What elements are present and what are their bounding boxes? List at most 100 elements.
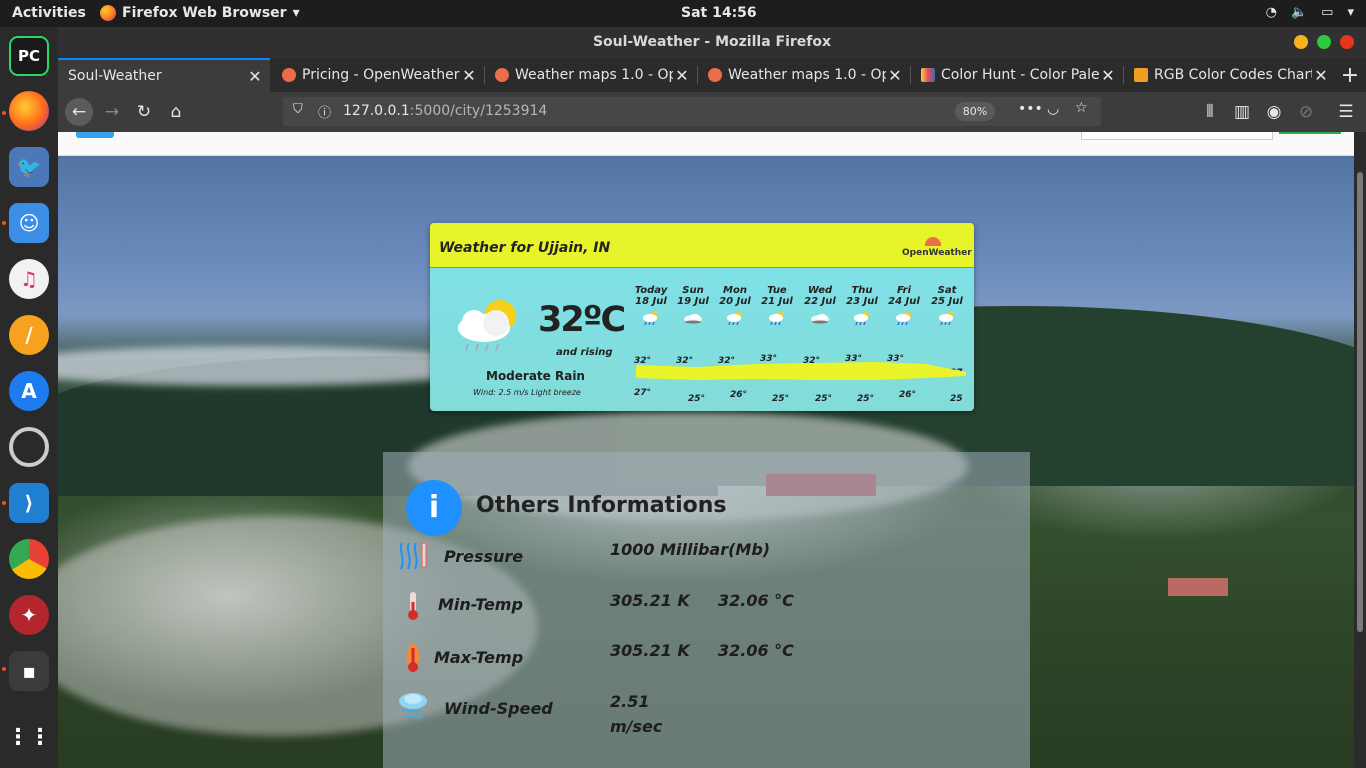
forecast-low: 27°: [634, 388, 652, 398]
url-host: 127.0.0.1: [343, 103, 410, 119]
url-bar[interactable]: ⛉ ⓘ 127.0.0.1:5000/city/1253914 80% ••• …: [283, 97, 1101, 126]
close-icon[interactable]: ✕: [460, 66, 478, 85]
battery-icon: ▭: [1321, 5, 1334, 20]
background-landscape: Weather for Ujjain, IN OpenWeather 32ºC …: [58, 156, 1354, 768]
gnome-top-bar: Activities Firefox Web Browser ▾ Sat 14:…: [0, 0, 1366, 27]
running-indicator: [2, 221, 6, 225]
forecast-day-name: Sun: [682, 285, 704, 296]
forward-button[interactable]: →: [98, 98, 126, 126]
tab-strip: Soul-Weather ✕ Pricing - OpenWeather ✕ W…: [58, 58, 1366, 92]
close-icon[interactable]: ✕: [246, 67, 264, 86]
close-icon[interactable]: ✕: [886, 66, 904, 85]
terminal-icon[interactable]: ▪: [9, 651, 49, 691]
min-temp-celsius: 32.06 °C: [718, 591, 794, 610]
reload-button[interactable]: ↻: [130, 98, 158, 126]
menu-icon[interactable]: ☰: [1332, 98, 1360, 126]
app-menu[interactable]: Firefox Web Browser ▾: [100, 5, 300, 21]
back-button[interactable]: ←: [65, 98, 93, 126]
site-header: [58, 132, 1354, 156]
show-apps-icon[interactable]: ⋮⋮: [7, 717, 51, 757]
pencil-icon[interactable]: /: [9, 315, 49, 355]
tab-label: Soul-Weather: [68, 68, 162, 84]
close-icon[interactable]: ✕: [1099, 66, 1117, 85]
firefox-dock-icon[interactable]: [9, 91, 49, 131]
forecast-date: 19 Jul: [677, 296, 709, 307]
tab-weather-maps-1[interactable]: Weather maps 1.0 - Op ✕: [485, 58, 697, 92]
app-store-icon[interactable]: A: [9, 371, 49, 411]
bookmark-star-icon[interactable]: ☆: [1075, 100, 1088, 116]
app-icon[interactable]: ✦: [9, 595, 49, 635]
music-icon[interactable]: ♫: [9, 259, 49, 299]
search-input[interactable]: [1081, 132, 1273, 140]
tab-color-hunt[interactable]: Color Hunt - Color Pale ✕: [911, 58, 1123, 92]
max-temp-celsius: 32.06 °C: [718, 641, 794, 660]
home-button[interactable]: ⌂: [162, 98, 190, 126]
forecast-date: 20 Jul: [719, 296, 751, 307]
page-scrollbar[interactable]: [1354, 132, 1366, 768]
account-icon[interactable]: ◉: [1260, 98, 1288, 126]
forecast-day-name: Mon: [723, 285, 747, 296]
site-logo-button[interactable]: [76, 132, 114, 138]
tab-pricing-openweather[interactable]: Pricing - OpenWeather ✕: [272, 58, 484, 92]
library-icon[interactable]: ⫴: [1196, 98, 1224, 126]
page-actions-icon[interactable]: •••: [1018, 101, 1043, 117]
volume-icon: 🔈: [1290, 5, 1308, 20]
forecast-day: Today 18 Jul: [630, 285, 672, 326]
openweather-logo: OpenWeather: [902, 237, 972, 263]
chrome-icon[interactable]: [9, 539, 49, 579]
maximize-button[interactable]: [1317, 35, 1331, 49]
forecast-day: Wed 22 Jul: [799, 285, 841, 325]
new-tab-button[interactable]: +: [1336, 61, 1364, 89]
color-hunt-favicon-icon: [921, 68, 935, 82]
forecast-day-name: Today: [634, 285, 668, 296]
dock: PC 🐦 ☺ ♫ / A ⟩ ✦ ▪ ⋮⋮: [0, 27, 58, 768]
openweather-favicon-icon: [708, 68, 722, 82]
pocket-icon[interactable]: ◡: [1047, 101, 1059, 117]
running-indicator: [2, 501, 6, 505]
extension-icon[interactable]: ⊘: [1292, 98, 1320, 126]
tab-soul-weather[interactable]: Soul-Weather ✕: [58, 58, 270, 92]
forecast-day: Fri 24 Jul: [883, 285, 925, 326]
scrollbar-thumb[interactable]: [1357, 172, 1363, 632]
logo-text: OpenWeather: [902, 248, 972, 258]
max-temp-kelvin: 305.21 K: [610, 641, 690, 660]
forecast-date: 24 Jul: [888, 296, 920, 307]
close-window-button[interactable]: [1340, 35, 1354, 49]
pycharm-icon[interactable]: PC: [9, 36, 49, 76]
system-tray[interactable]: ◔ 🔈 ▭ ▾: [1266, 5, 1354, 20]
widget-header: Weather for Ujjain, IN OpenWeather: [430, 223, 974, 268]
minimize-button[interactable]: [1294, 35, 1308, 49]
finder-icon[interactable]: ☺: [9, 203, 49, 243]
tab-label: Weather maps 1.0 - Op: [728, 67, 886, 83]
navigation-toolbar: ← → ↻ ⌂ ⛉ ⓘ 127.0.0.1:5000/city/1253914 …: [58, 92, 1366, 132]
vscode-icon[interactable]: ⟩: [9, 483, 49, 523]
tab-label: Pricing - OpenWeather: [302, 67, 460, 83]
page-content: Weather for Ujjain, IN OpenWeather 32ºC …: [58, 132, 1354, 768]
search-button[interactable]: [1279, 132, 1341, 134]
forecast-date: 22 Jul: [804, 296, 836, 307]
image-viewer-icon[interactable]: 🐦: [9, 147, 49, 187]
sidebar-icon[interactable]: ▥: [1228, 98, 1256, 126]
others-title: Others Informations: [476, 493, 727, 518]
help-icon[interactable]: [9, 427, 49, 467]
forecast-day-name: Thu: [851, 285, 873, 296]
close-icon[interactable]: ✕: [673, 66, 691, 85]
forecast-day: Thu 23 Jul: [841, 285, 883, 326]
running-indicator: [2, 111, 6, 115]
activities-button[interactable]: Activities: [12, 5, 86, 21]
shield-icon[interactable]: ⛉: [293, 102, 303, 117]
clock[interactable]: Sat 14:56: [681, 5, 757, 21]
rain-icon: [936, 311, 958, 326]
wind-speed-label: Wind-Speed: [444, 699, 553, 718]
tab-rgb-color-codes[interactable]: RGB Color Codes Chart ✕: [1124, 58, 1336, 92]
wind-speed-unit: m/sec: [610, 717, 663, 736]
thermometer-low-icon: [408, 592, 418, 620]
url-text[interactable]: 127.0.0.1:5000/city/1253914: [343, 103, 547, 119]
openweather-favicon-icon: [282, 68, 296, 82]
cloud-icon: [809, 311, 831, 325]
tab-weather-maps-2[interactable]: Weather maps 1.0 - Op ✕: [698, 58, 910, 92]
info-icon[interactable]: ⓘ: [318, 102, 331, 121]
forecast-date: 21 Jul: [761, 296, 793, 307]
zoom-indicator[interactable]: 80%: [955, 102, 995, 121]
close-icon[interactable]: ✕: [1312, 66, 1330, 85]
